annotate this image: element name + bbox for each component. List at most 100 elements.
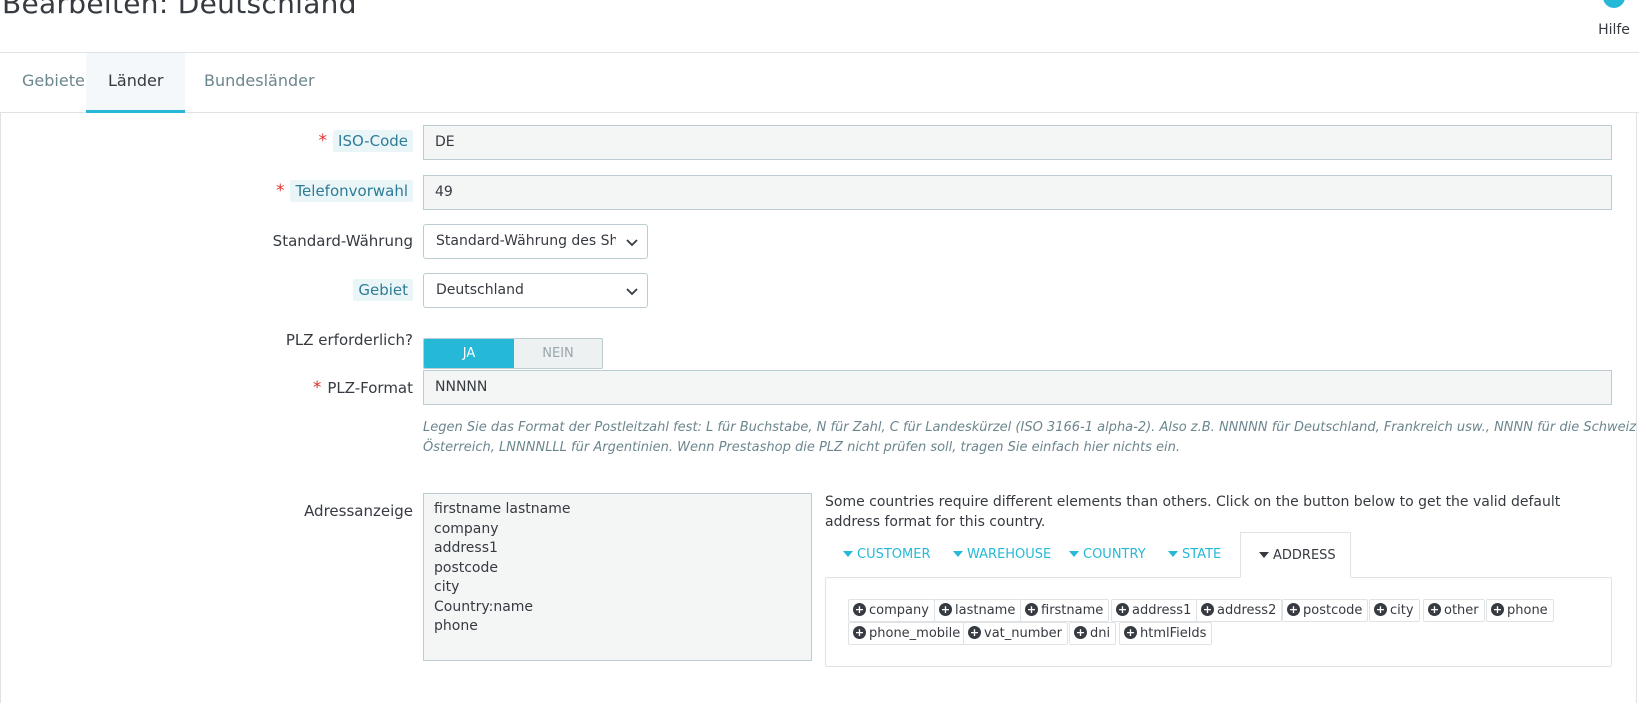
address-line: Country:name [434,598,534,615]
field-button-dni[interactable]: + dni [1069,622,1117,645]
required-marker: * [318,131,328,151]
zone-label: Gebiet [353,279,413,301]
field-button-postcode[interactable]: + postcode [1282,599,1369,622]
field-button-label: vat_number [984,626,1062,641]
default-currency-select[interactable]: Standard-Währung des Shop [423,224,648,259]
field-button-label: dni [1090,626,1111,641]
field-button-address1[interactable]: + address1 [1111,599,1198,622]
field-button-address2[interactable]: + address2 [1196,599,1283,622]
field-button-label: address2 [1217,603,1277,618]
phone-prefix-label: * Telefonvorwahl [275,180,413,202]
field-button-city[interactable]: + city [1369,599,1420,622]
zip-format-help: Legen Sie das Format der Postleitzahl fe… [423,418,1639,458]
field-button-vat-number[interactable]: + vat_number [963,622,1068,645]
help-label: Hilfe [1598,22,1630,38]
address-field-tabs: CUSTOMER WAREHOUSE COUNTRY STATE ADDRESS [825,532,1612,578]
address-layout-help: Some countries require different element… [825,494,1561,530]
subtab-warehouse[interactable]: WAREHOUSE [935,532,1065,578]
tab-bundeslaender[interactable]: Bundesländer [182,53,337,113]
page-header: Bearbeiten: Deutschland Hilfe [0,0,1639,53]
address-layout-label: Adressanzeige [304,502,413,520]
field-button-label: firstname [1041,603,1104,618]
plus-icon: + [1116,603,1129,616]
chevron-down-icon [626,239,638,247]
subtab-country[interactable]: COUNTRY [1051,532,1160,578]
zip-format-help-line2: Österreich, LNNNNLLL für Argentinien. We… [423,440,1181,455]
plus-icon: + [1491,603,1504,616]
phone-prefix-input[interactable]: 49 [423,175,1612,210]
plus-icon: + [853,603,866,616]
subtab-address-label: ADDRESS [1273,548,1336,563]
help-button[interactable]: Hilfe [1592,0,1632,44]
address-field-buttons: + company + lastname + firstname + address1 … [825,577,1612,667]
field-button-label: address1 [1132,603,1192,618]
plus-icon: + [939,603,952,616]
field-button-company[interactable]: + company [848,599,935,622]
zip-required-no[interactable]: NEIN [514,339,602,368]
zip-format-input[interactable]: NNNNN [423,370,1612,405]
plus-icon: + [968,626,981,639]
required-marker: * [275,181,285,201]
field-button-firstname[interactable]: + firstname [1020,599,1110,622]
plus-icon: + [1374,603,1387,616]
iso-code-label: * ISO-Code [318,130,413,152]
address-line: postcode [434,559,498,576]
plus-icon: + [853,626,866,639]
zip-format-label: * PLZ-Format [313,378,413,398]
plus-icon: + [1074,626,1087,639]
address-layout-textarea[interactable]: firstname lastname company address1 post… [423,493,812,661]
subtab-state-label: STATE [1182,547,1222,562]
subtab-customer-label: CUSTOMER [857,547,931,562]
field-button-label: company [869,603,929,618]
zip-required-label: PLZ erforderlich? [285,331,413,349]
plus-icon: + [1201,603,1214,616]
zip-required-yes[interactable]: JA [424,339,514,368]
field-button-phone-mobile[interactable]: + phone_mobile [848,622,967,645]
caret-down-icon [843,550,853,557]
field-button-label: htmlFields [1140,626,1207,641]
zip-required-switch[interactable]: JA NEIN [423,338,603,369]
country-form-panel: * ISO-Code DE * Telefonvorwahl 49 Standard… [0,113,1639,703]
subtab-address[interactable]: ADDRESS [1240,532,1351,578]
field-button-label: phone [1507,603,1548,618]
address-line: phone [434,618,478,634]
subtab-country-label: COUNTRY [1083,547,1146,562]
field-button-other[interactable]: + other [1423,599,1485,622]
field-button-label: phone_mobile [869,626,961,641]
field-button-label: lastname [955,603,1016,618]
zone-select[interactable]: Deutschland [423,273,648,308]
field-button-label: other [1444,603,1479,618]
page-title: Bearbeiten: Deutschland [2,0,357,20]
address-line: address1 [434,540,498,556]
iso-code-label-text: ISO-Code [333,130,413,152]
tab-laender[interactable]: Länder [86,53,186,113]
field-button-phone[interactable]: + phone [1486,599,1554,622]
subtab-customer[interactable]: CUSTOMER [825,532,944,578]
plus-icon: + [1428,603,1441,616]
address-line: company [434,520,499,537]
required-marker: * [312,378,322,398]
help-icon [1603,0,1625,8]
zip-format-label-text: PLZ-Format [327,379,413,397]
field-button-htmlfields[interactable]: + htmlFields [1119,622,1213,645]
caret-down-icon [1069,550,1079,557]
phone-prefix-label-text: Telefonvorwahl [290,180,413,202]
plus-icon: + [1025,603,1038,616]
address-line: firstname lastname [434,501,571,517]
chevron-down-icon [626,288,638,296]
caret-down-icon [1168,550,1178,557]
plus-icon: + [1124,626,1137,639]
field-button-label: city [1390,603,1414,618]
iso-code-input[interactable]: DE [423,125,1612,160]
field-button-lastname[interactable]: + lastname [934,599,1022,622]
zip-format-help-line1: Legen Sie das Format der Postleitzahl fe… [423,420,1639,435]
address-line: city [434,579,460,595]
subtab-state[interactable]: STATE [1150,532,1235,578]
default-currency-value: Standard-Währung des Shop [436,233,616,249]
caret-down-icon [1259,551,1269,558]
zone-value: Deutschland [436,282,524,298]
main-tabs: Gebiete Länder Bundesländer [0,53,1639,113]
default-currency-label: Standard-Währung [272,232,413,250]
field-button-label: postcode [1303,603,1363,618]
subtab-warehouse-label: WAREHOUSE [967,547,1052,562]
